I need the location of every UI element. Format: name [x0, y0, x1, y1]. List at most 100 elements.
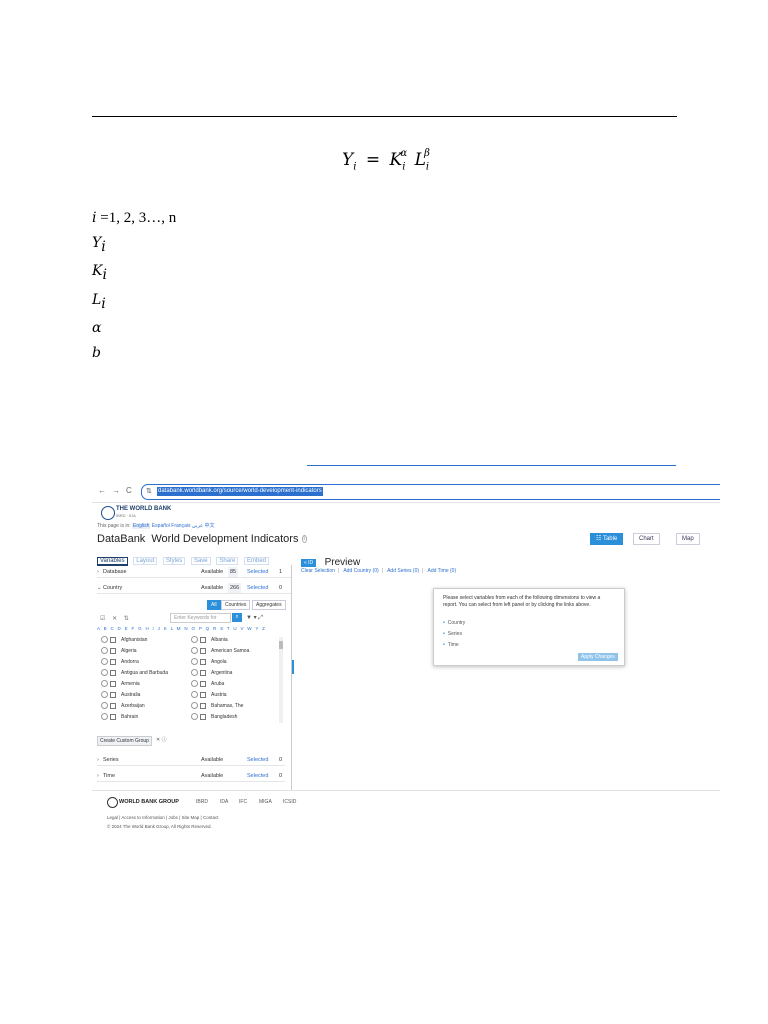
footer-org-ida[interactable]: IDA [220, 799, 228, 805]
chevron-right-icon: › [97, 773, 99, 779]
filter-countries-button[interactable]: Countries [221, 600, 251, 610]
chart-view-button[interactable]: Chart [633, 533, 660, 545]
lang-others[interactable]: Español Français عربي 中文 [152, 523, 215, 529]
var-alpha: α [92, 320, 102, 336]
back-arrow-icon[interactable]: ← [98, 486, 106, 495]
footer-copyright: © 2024 The World Bank Group, All Rights … [107, 824, 212, 829]
tab-layout[interactable]: Layout [133, 557, 158, 565]
dialog-item-country: • Country [443, 620, 466, 626]
footer-org-ifc[interactable]: IFC [239, 799, 247, 805]
search-icon[interactable]: ⌕ [232, 613, 242, 622]
country-row[interactable]: ⌄ Country Available 266 Selected 0 [97, 583, 291, 594]
country-item[interactable]: Albania [191, 635, 228, 645]
hyperlink-underline[interactable] [307, 465, 676, 466]
time-row[interactable]: › Time Available Selected 0 [97, 771, 285, 782]
world-bank-group-logo-icon[interactable] [107, 797, 118, 808]
country-item[interactable]: Afghanistan [101, 635, 147, 645]
world-bank-name[interactable]: THE WORLD BANK [116, 506, 171, 512]
var-k: Ki [92, 263, 107, 283]
add-time-link[interactable]: Add Time (0) [427, 568, 456, 574]
tab-save[interactable]: Save [190, 557, 211, 565]
top-rule [92, 116, 677, 117]
country-item[interactable]: Australia [101, 690, 140, 700]
country-item[interactable]: Armenia [101, 679, 140, 689]
footer-org-miga[interactable]: MIGA [259, 799, 272, 805]
chevron-right-icon: › [97, 569, 99, 575]
tab-styles[interactable]: Styles [162, 557, 186, 565]
lang-current[interactable]: English [132, 523, 151, 529]
filter-icon[interactable]: ▼ ▾ ⤢ [246, 614, 263, 622]
invert-icon[interactable]: ⇅ [124, 616, 129, 622]
brand-name[interactable]: DataBank [97, 533, 145, 545]
page-footer: WORLD BANK GROUP IBRD IDA IFC MIGA ICSID… [92, 790, 720, 840]
select-all-icon[interactable]: ☑ [100, 616, 105, 622]
scroll-thumb[interactable] [279, 641, 283, 649]
filter-aggregates-button[interactable]: Aggregates [252, 600, 286, 610]
index-line: i =1, 2, 3…, n [92, 210, 177, 226]
footer-org-ibrd[interactable]: IBRD [196, 799, 208, 805]
country-item[interactable]: Bahrain [101, 712, 138, 722]
collapse-panel-button[interactable]: « ID [301, 558, 317, 567]
country-item[interactable]: Andorra [101, 657, 139, 667]
variable-definitions: i =1, 2, 3…, n Yi Ki Li α b [92, 206, 176, 365]
country-item[interactable]: Austria [191, 690, 227, 700]
var-l: Li [92, 291, 106, 312]
add-series-link[interactable]: Add Series (0) [387, 568, 419, 574]
country-item[interactable]: Antigua and Barbuda [101, 668, 168, 678]
clear-icon[interactable]: ✕ [112, 616, 117, 622]
alphabet-filter[interactable]: A B C D E F G H I J K L M N O P Q R S T … [97, 626, 266, 631]
preview-links: Clear Selection | Add Country (0) | Add Se… [301, 568, 457, 574]
country-item[interactable]: Argentina [191, 668, 232, 678]
info-icon[interactable]: i [301, 535, 307, 544]
table-view-button[interactable]: ☷ Table [590, 533, 624, 545]
footer-logo-text[interactable]: WORLD BANK GROUP [119, 799, 179, 805]
databank-title: DataBank World Development Indicators i [97, 533, 307, 545]
cobb-douglas-formula: Yi = Kiα Liβ [342, 148, 430, 173]
database-title: World Development Indicators [151, 533, 299, 545]
keyword-search-input[interactable]: Enter Keywords for [170, 613, 231, 623]
country-item[interactable]: Bahamas, The [191, 701, 243, 711]
url-text[interactable]: databank.worldbank.org/source/world-deve… [157, 487, 323, 496]
filter-all-button[interactable]: All [207, 600, 221, 610]
databank-screenshot: ← → C ⇅ databank.worldbank.org/source/wo… [92, 480, 720, 840]
country-item[interactable]: Azerbaijan [101, 701, 145, 711]
clear-selection-link[interactable]: Clear Selection [301, 568, 335, 574]
add-country-link[interactable]: Add Country (0) [343, 568, 378, 574]
selection-tools: ☑ ✕ ⇅ [100, 615, 129, 622]
url-field[interactable]: ⇅ databank.worldbank.org/source/world-de… [141, 484, 720, 500]
close-icon[interactable]: ✕ ⓘ [156, 736, 167, 743]
footer-links[interactable]: Legal | Access to Information | Jobs | S… [107, 815, 218, 820]
site-info-icon[interactable]: ⇅ [146, 487, 152, 495]
browser-address-bar: ← → C ⇅ databank.worldbank.org/source/wo… [92, 480, 720, 503]
lang-prefix: This page is in: [97, 523, 131, 529]
country-item[interactable]: Angola [191, 657, 227, 667]
var-y: Yi [92, 234, 106, 255]
footer-org-icsid[interactable]: ICSID [283, 799, 296, 805]
language-bar: This page is in: English Español Françai… [97, 522, 215, 529]
world-bank-globe-icon[interactable] [101, 506, 115, 520]
panel-splitter[interactable] [292, 660, 294, 674]
database-row[interactable]: › Database Available 85 Selected 1 [97, 567, 291, 578]
dialog-message: Please select variables from each of the… [443, 595, 601, 608]
select-variables-dialog: Please select variables from each of the… [433, 588, 625, 666]
var-b: b [92, 344, 101, 361]
country-item[interactable]: Algeria [101, 646, 137, 656]
reload-icon[interactable]: C [126, 486, 132, 495]
chevron-right-icon: › [97, 757, 99, 763]
country-item[interactable]: Bangladesh [191, 712, 237, 722]
dialog-item-time: • Time [443, 642, 459, 648]
country-item[interactable]: Aruba [191, 679, 224, 689]
country-item[interactable]: American Samoa [191, 646, 249, 656]
apply-changes-button[interactable]: Apply Changes [578, 653, 618, 661]
world-bank-sub: IBRD · IDA [116, 513, 136, 518]
dialog-item-series: • Series [443, 631, 462, 637]
create-custom-group-button[interactable]: Create Custom Group [97, 736, 152, 746]
map-view-button[interactable]: Map [676, 533, 700, 545]
preview-title: Preview [324, 557, 361, 569]
series-row[interactable]: › Series Available Selected 0 [97, 755, 285, 766]
country-list-scrollbar[interactable] [279, 637, 283, 723]
chevron-down-icon: ⌄ [97, 585, 102, 591]
forward-arrow-icon[interactable]: → [112, 486, 120, 495]
tab-embed[interactable]: Embed [244, 557, 270, 565]
tab-share[interactable]: Share [216, 557, 239, 565]
